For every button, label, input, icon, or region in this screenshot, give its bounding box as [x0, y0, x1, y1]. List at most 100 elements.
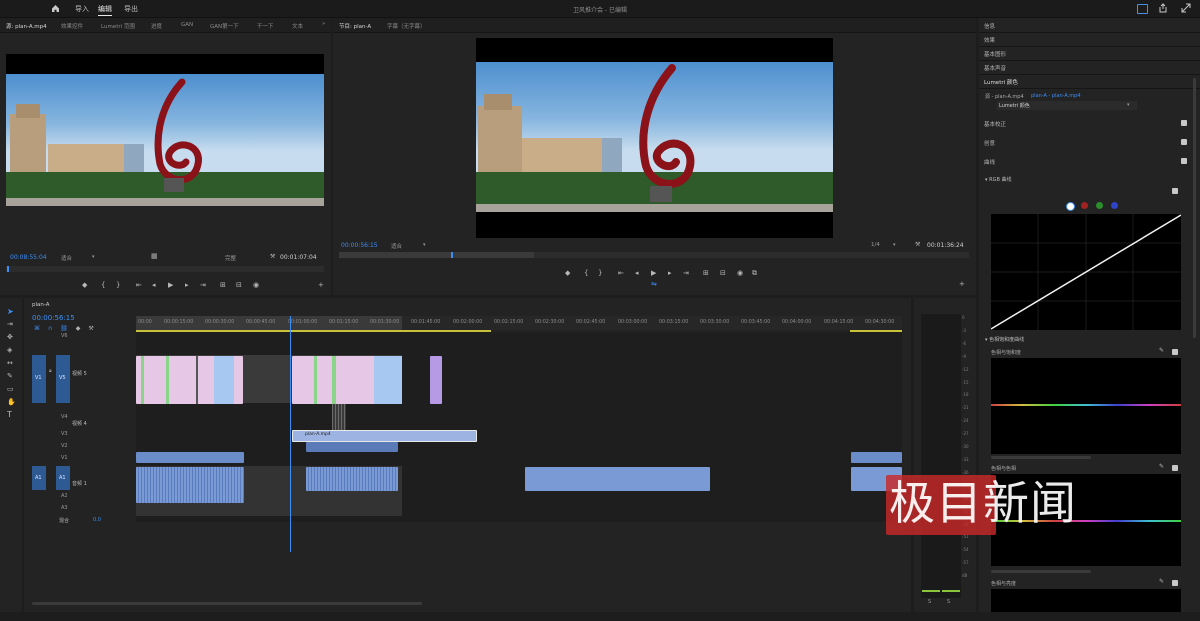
timeline-ruler[interactable]: 00:00 00:00:15:00 00:00:30:00 00:00:45:0…	[136, 316, 902, 330]
chevron-down-icon[interactable]: ▾	[423, 242, 426, 248]
marker-icon[interactable]: ◆	[76, 325, 81, 332]
section-lumetri-color[interactable]: Lumetri 颜色	[984, 78, 1018, 86]
chevron-down-icon[interactable]: ▾	[92, 254, 95, 260]
overwrite-icon[interactable]: ⊟	[236, 281, 242, 289]
rgb-curve-graph[interactable]	[991, 214, 1181, 330]
compare-icon[interactable]: ⧉	[752, 269, 757, 278]
source-patch-a1[interactable]: A1	[32, 466, 46, 490]
razor-tool-icon[interactable]: ◈	[7, 346, 12, 354]
section-info[interactable]: 信息	[984, 22, 995, 30]
hue-vs-luma-graph[interactable]	[991, 589, 1181, 612]
source-patch-v1[interactable]: V1	[32, 355, 46, 403]
mark-out-icon[interactable]: }	[598, 269, 602, 277]
channel-white-button[interactable]	[1066, 202, 1075, 211]
hue-hue-scrollbar[interactable]	[991, 570, 1091, 573]
lumetri-target[interactable]: plan-A - plan-A.mp4	[1031, 93, 1081, 99]
camera-icon[interactable]: ◉	[253, 281, 259, 289]
timeline-tab[interactable]: plan-A	[32, 302, 50, 308]
eyedropper-icon[interactable]: ✎	[1159, 347, 1164, 354]
add-button-icon[interactable]: +	[318, 281, 324, 289]
go-to-in-icon[interactable]: ⇤	[136, 281, 142, 289]
go-to-out-icon[interactable]: ⇥	[200, 281, 206, 289]
basic-correction-checkbox[interactable]	[1181, 120, 1187, 126]
hand-tool-icon[interactable]: ✋	[7, 398, 16, 406]
creative-item[interactable]: 创意	[984, 139, 995, 147]
snap-icon[interactable]: ∩	[48, 325, 52, 332]
mark-in-icon[interactable]: {	[584, 269, 588, 277]
audio-clip[interactable]	[525, 467, 710, 491]
tab-source[interactable]: 源: plan-A.mp4	[6, 22, 47, 30]
hue-vs-hue-checkbox[interactable]	[1172, 465, 1178, 471]
section-essential-graphics[interactable]: 基本图形	[984, 50, 1006, 58]
slip-tool-icon[interactable]: ↔	[7, 359, 13, 367]
hue-vs-sat-checkbox[interactable]	[1172, 349, 1178, 355]
source-timecode[interactable]: 00:08:55:04	[10, 254, 47, 261]
step-back-icon[interactable]: ◂	[152, 281, 156, 289]
more-tabs-icon[interactable]: »	[322, 21, 325, 27]
program-timecode[interactable]: 00:00:56:15	[341, 242, 378, 249]
section-effects[interactable]: 效果	[984, 36, 995, 44]
curves-item[interactable]: 曲线	[984, 158, 995, 166]
step-back-icon[interactable]: ◂	[635, 269, 639, 277]
rectangle-tool-icon[interactable]: ▭	[7, 385, 14, 393]
mix-value[interactable]: 0.0	[93, 517, 101, 523]
section-essential-sound[interactable]: 基本声音	[984, 64, 1006, 72]
linked-icon[interactable]: ⛓	[60, 325, 68, 332]
curves-checkbox[interactable]	[1181, 158, 1187, 164]
channel-blue-button[interactable]	[1111, 202, 1118, 209]
wrench-icon[interactable]: ⚒	[270, 253, 275, 260]
eyedropper-icon[interactable]: ✎	[1159, 578, 1164, 585]
source-quality-select[interactable]: 完整	[225, 254, 236, 262]
go-to-in-icon[interactable]: ⇤	[618, 269, 624, 277]
step-forward-icon[interactable]: ▸	[185, 281, 189, 289]
hue-vs-luma-checkbox[interactable]	[1172, 580, 1178, 586]
track-a1-target[interactable]: A1	[56, 466, 70, 490]
solo-right-button[interactable]: S	[947, 599, 950, 605]
source-playhead[interactable]	[7, 266, 9, 272]
fullscreen-icon[interactable]	[1181, 3, 1191, 13]
video-clip[interactable]	[136, 452, 244, 463]
audio-clip[interactable]	[306, 467, 398, 491]
tab-progress[interactable]: 进度	[151, 22, 162, 30]
step-forward-icon[interactable]: ▸	[668, 269, 672, 277]
mark-out-icon[interactable]: }	[116, 281, 120, 289]
tab-program[interactable]: 节目: plan-A	[339, 22, 371, 30]
track-v5-target[interactable]: V5	[56, 355, 70, 403]
video-clip[interactable]	[430, 356, 442, 404]
eyedropper-icon[interactable]: ✎	[1159, 463, 1164, 470]
settings-icon[interactable]: ▦	[151, 252, 158, 260]
channel-green-button[interactable]	[1096, 202, 1103, 209]
timeline-scrollbar[interactable]	[32, 602, 422, 605]
insert-icon[interactable]: ⊞	[220, 281, 226, 289]
tab-captions[interactable]: 字幕（无字幕）	[387, 22, 426, 30]
selected-clip[interactable]: plan-A.mp4	[292, 430, 477, 442]
rgb-curve-label[interactable]: ▾ RGB 曲线	[985, 176, 1011, 183]
ripple-edit-icon[interactable]: ✥	[7, 333, 13, 341]
timeline-playhead[interactable]	[290, 316, 291, 552]
extract-icon[interactable]: ⊟	[720, 269, 726, 277]
camera-icon[interactable]: ◉	[737, 269, 743, 277]
effect-select[interactable]: Lumetri 颜色 ▾	[997, 101, 1137, 110]
add-button-icon[interactable]: +	[959, 280, 965, 288]
source-fit-select[interactable]: 适合	[61, 254, 72, 262]
tab-gan[interactable]: GAN	[181, 22, 193, 28]
chevron-down-icon[interactable]: ▾	[893, 242, 896, 248]
video-clip[interactable]	[851, 452, 902, 463]
selection-tool-icon[interactable]: ➤	[7, 307, 14, 316]
solo-left-button[interactable]: S	[928, 599, 931, 605]
tab-gan-yixia[interactable]: 干一下	[257, 22, 274, 30]
type-tool-icon[interactable]: T	[7, 410, 12, 419]
wrench-icon[interactable]: ⚒	[915, 241, 920, 248]
audio-clip[interactable]	[136, 467, 244, 503]
pen-tool-icon[interactable]: ✎	[7, 372, 13, 380]
hue-sat-scrollbar[interactable]	[991, 456, 1091, 459]
marker-icon[interactable]: ◆	[82, 281, 87, 289]
track-area[interactable]: plan-A.mp4	[136, 316, 902, 552]
wrench-icon[interactable]: ⚒	[88, 325, 93, 332]
nest-icon[interactable]: ⌘	[34, 325, 40, 332]
timeline-timecode[interactable]: 00:00:56:15	[32, 314, 75, 322]
hue-sat-curves-header[interactable]: ▾ 色相饱和度曲线	[985, 336, 1024, 343]
marker-icon[interactable]: ◆	[565, 269, 570, 277]
play-icon[interactable]: ▶	[651, 269, 656, 277]
hue-vs-sat-graph[interactable]	[991, 358, 1181, 454]
